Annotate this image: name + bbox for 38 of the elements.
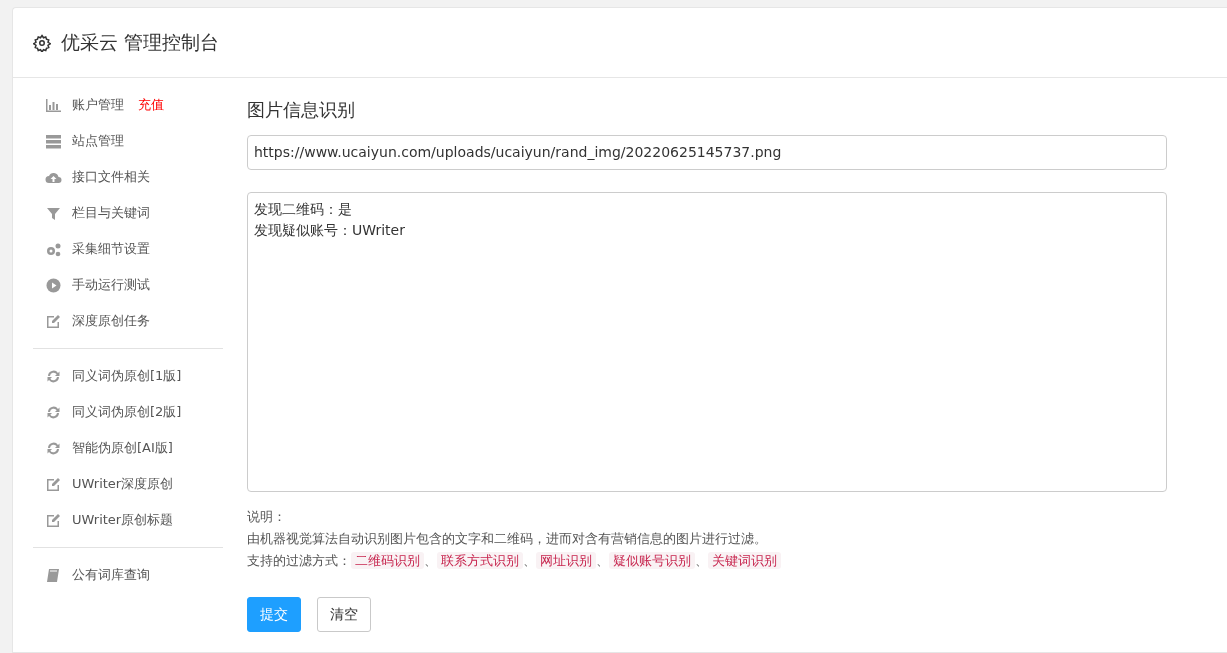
url-field[interactable]: https://www.ucaiyun.com/uploads/ucaiyun/rand_img/20220625145737.png xyxy=(247,135,1167,170)
page-title: 图片信息识别 xyxy=(247,98,356,122)
sidebar-item[interactable]: 手动运行测试 xyxy=(33,267,223,303)
filter-method-tag: 疑似账号识别 xyxy=(609,552,695,569)
notes-heading: 说明： xyxy=(247,508,287,526)
filter-methods-label: 支持的过滤方式： xyxy=(247,553,351,568)
sidebar-item[interactable]: 深度原创任务 xyxy=(33,303,223,339)
result-box[interactable]: 发现二维码：是 发现疑似账号：UWriter xyxy=(247,192,1167,492)
console-title: 优采云 管理控制台 xyxy=(61,30,220,56)
sidebar-item[interactable]: 公有词库查询 xyxy=(33,557,223,593)
separator: 、 xyxy=(523,553,536,568)
sidebar-item[interactable]: UWriter原创标题 xyxy=(33,502,223,538)
edit-icon xyxy=(45,312,62,330)
sidebar-item[interactable]: 智能伪原创[AI版] xyxy=(33,430,223,466)
notes-description: 由机器视觉算法自动识别图片包含的文字和二维码，进而对含有营销信息的图片进行过滤。 xyxy=(247,530,768,548)
sidebar-item[interactable]: 账户管理 充值 xyxy=(33,87,223,123)
sidebar-item[interactable]: 栏目与关键词 xyxy=(33,195,223,231)
server-icon xyxy=(45,132,62,150)
separator: 、 xyxy=(596,553,609,568)
bar-chart-icon xyxy=(45,96,62,114)
edit-icon xyxy=(45,511,62,529)
filter-method-tag: 二维码识别 xyxy=(351,552,424,569)
clear-button[interactable]: 清空 xyxy=(317,597,371,632)
filter-method-tag: 联系方式识别 xyxy=(437,552,523,569)
settings-icon xyxy=(33,33,51,52)
sidebar-item[interactable]: UWriter深度原创 xyxy=(33,466,223,502)
sidebar-item[interactable]: 同义词伪原创[2版] xyxy=(33,394,223,430)
sidebar-item[interactable]: 采集细节设置 xyxy=(33,231,223,267)
separator: 、 xyxy=(695,553,708,568)
edit-icon xyxy=(45,475,62,493)
sidebar-item[interactable]: 接口文件相关 xyxy=(33,159,223,195)
separator: 、 xyxy=(424,553,437,568)
play-icon xyxy=(45,276,62,294)
filter-method-tag: 网址识别 xyxy=(536,552,596,569)
book-icon xyxy=(45,566,62,584)
sidebar-item[interactable]: 同义词伪原创[1版] xyxy=(33,358,223,394)
filter-method-tag: 关键词识别 xyxy=(708,552,781,569)
sidebar-item[interactable]: 站点管理 xyxy=(33,123,223,159)
